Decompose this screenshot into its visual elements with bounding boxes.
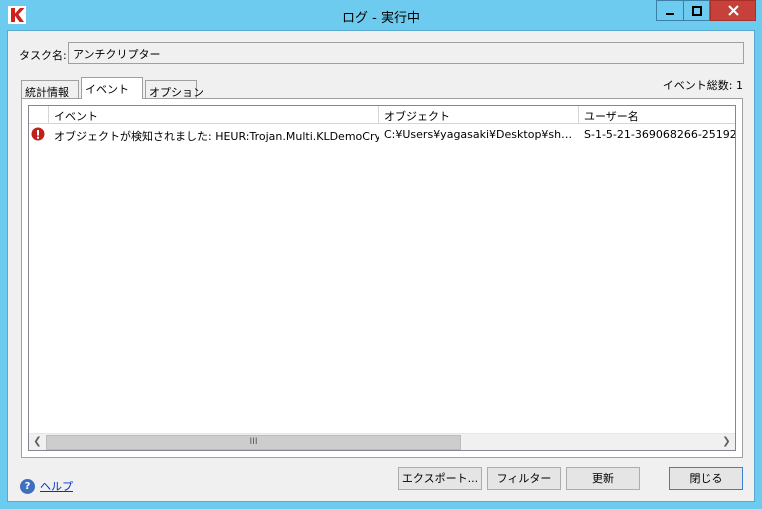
tab-events[interactable]: イベント [81,77,143,99]
title-bar[interactable]: ログ - 実行中 [0,0,762,30]
event-cell: オブジェクトが検知されました: HEUR:Trojan.Multi.KLDemo… [54,130,379,143]
object-cell: C:¥Users¥yagasaki¥Desktop¥share¥... [384,128,579,141]
column-header-object[interactable]: オブジェクト [379,106,579,124]
error-icon [31,127,45,141]
events-tab-panel: イベント オブジェクト ユーザー名 オブジェクトが検知されました: HEUR:T… [21,98,743,458]
table-row[interactable]: オブジェクトが検知されました: HEUR:Trojan.Multi.KLDemo… [29,125,735,144]
list-header: イベント オブジェクト ユーザー名 [29,106,735,124]
close-button[interactable]: 閉じる [669,467,743,490]
scroll-right-icon[interactable]: ❯ [718,434,735,450]
tab-statistics[interactable]: 統計情報 [21,80,79,99]
events-list[interactable]: イベント オブジェクト ユーザー名 オブジェクトが検知されました: HEUR:T… [28,105,736,451]
task-name-label: タスク名: [19,49,67,62]
column-header-event[interactable]: イベント [49,106,379,124]
total-events-count: イベント総数: 1 [662,79,743,92]
scroll-left-icon[interactable]: ❮ [29,434,46,450]
filter-button[interactable]: フィルター [487,467,561,490]
minimize-icon [666,12,674,15]
window-close-button[interactable] [710,0,756,21]
close-icon [727,5,739,16]
maximize-button[interactable] [683,0,710,21]
help-link-group[interactable]: ? ヘルプ [20,478,73,494]
maximize-icon [691,5,702,16]
scrollbar-thumb[interactable]: III [46,435,461,450]
minimize-button[interactable] [656,0,683,21]
horizontal-scrollbar[interactable]: ❮ III ❯ [29,433,735,450]
column-header-icon[interactable] [29,106,49,124]
dialog-body: タスク名: アンチクリプター 統計情報 イベント オプション イベント総数: 1… [7,30,755,502]
task-name-field: アンチクリプター [68,42,744,64]
tab-options[interactable]: オプション [145,80,204,99]
dialog-window: ログ - 実行中 タスク名: アンチクリプター 統計情報 イベント オプション … [0,0,762,509]
window-title: ログ - 実行中 [342,11,420,26]
row-status-cell [31,125,49,144]
export-button[interactable]: エクスポート... [398,467,482,490]
help-link[interactable]: ヘルプ [40,478,73,494]
refresh-button[interactable]: 更新 [566,467,640,490]
column-header-user[interactable]: ユーザー名 [579,106,735,124]
help-circle-icon[interactable]: ? [20,478,35,494]
user-cell: S-1-5-21-369068266-2519297 [584,128,735,141]
